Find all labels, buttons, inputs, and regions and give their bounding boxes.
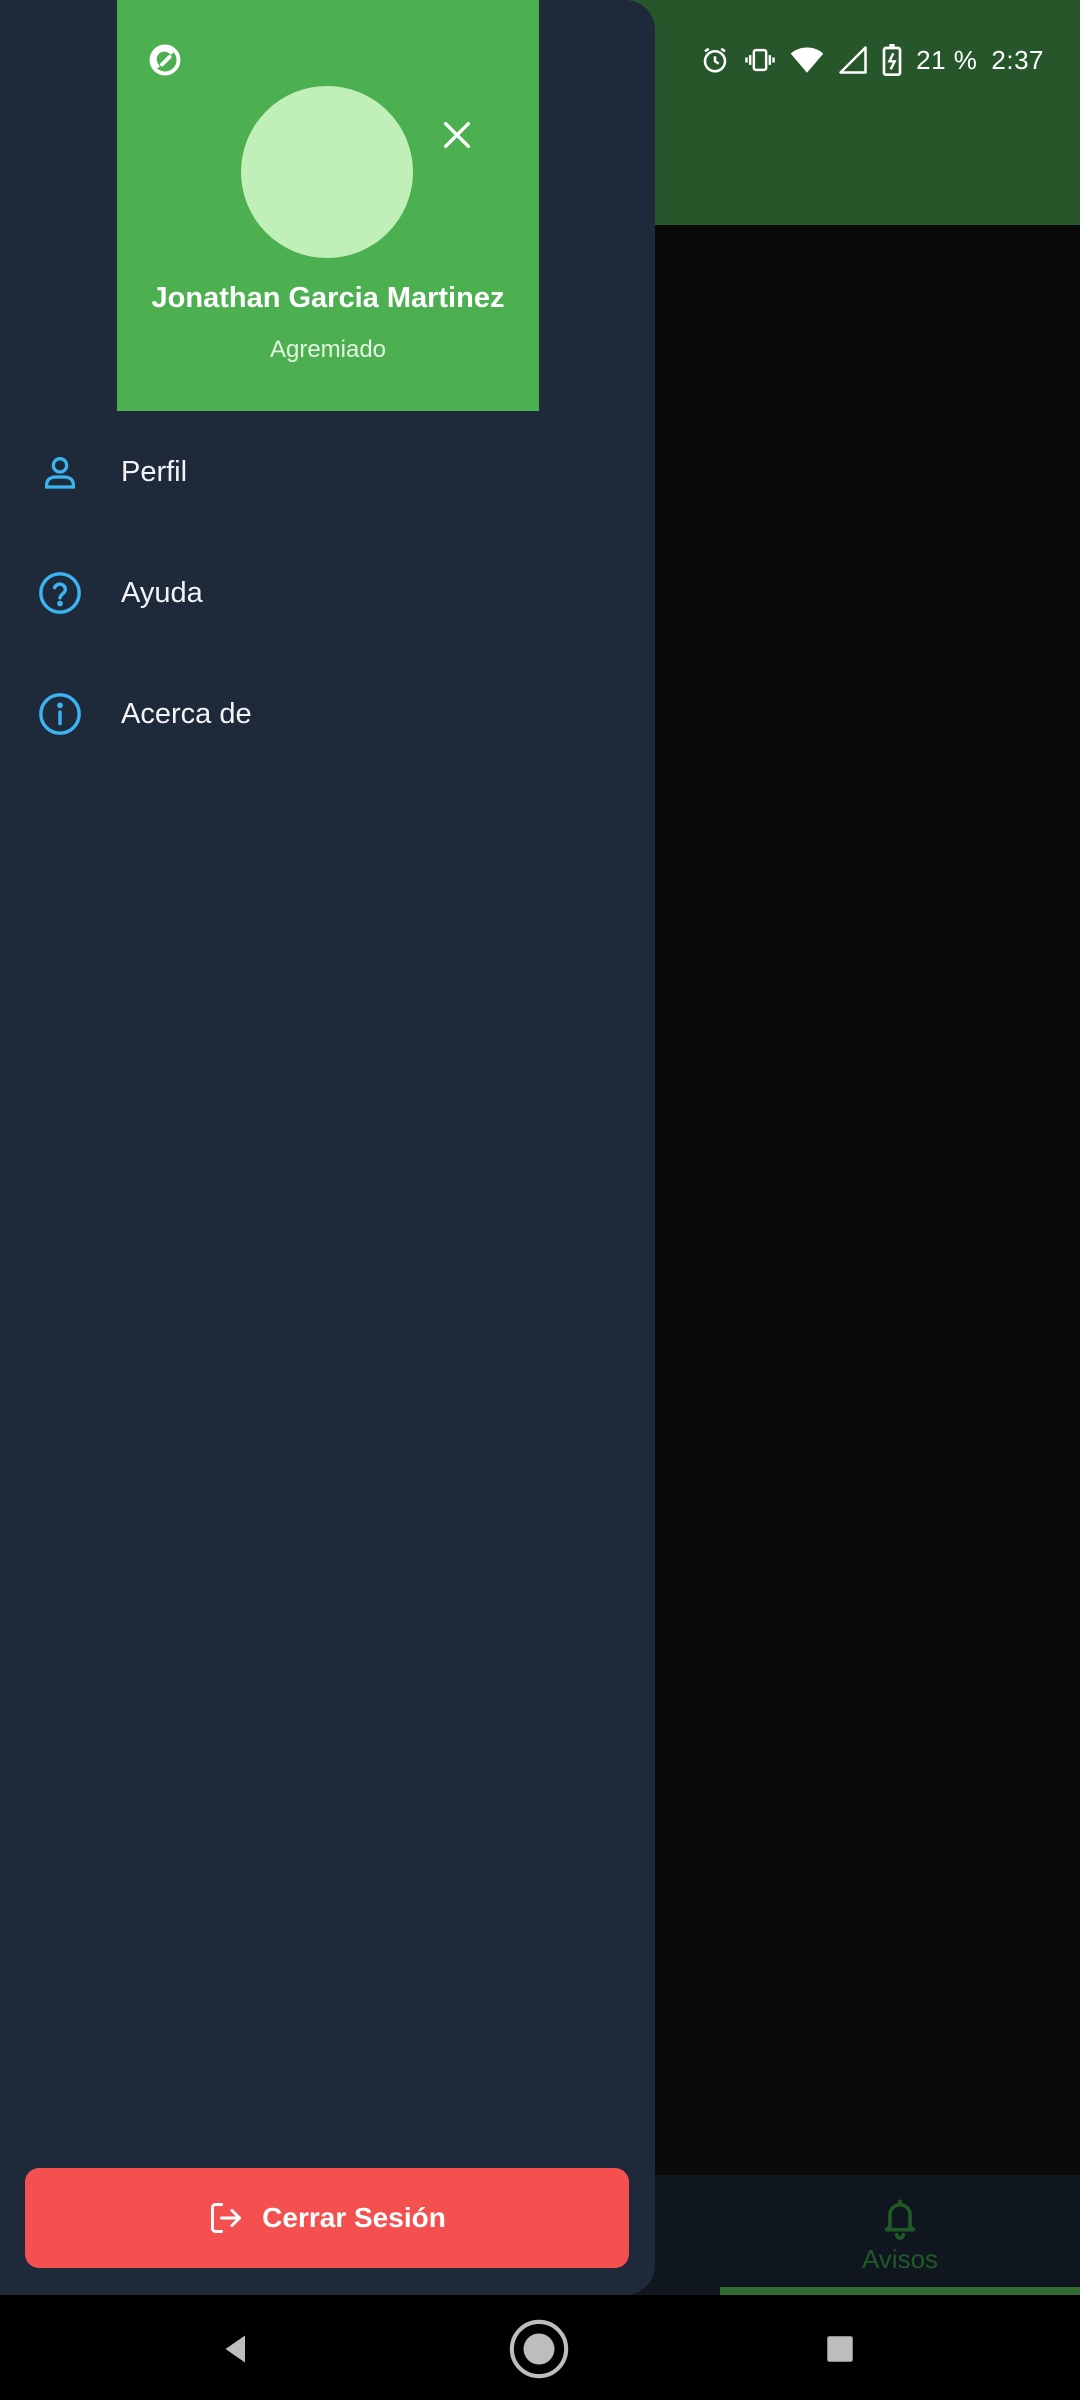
navigation-drawer: Jonathan Garcia Martinez Agremiado Perfi… [0,0,655,2295]
menu-item-acerca-de[interactable]: Acerca de [0,659,655,769]
back-icon [225,2335,245,2363]
menu-item-label: Perfil [121,455,188,488]
status-bar: 21 % 2:37 [700,40,1044,80]
menu-item-ayuda[interactable]: Ayuda [0,538,655,648]
drawer-header: Jonathan Garcia Martinez Agremiado [117,0,539,411]
screen: Avisos 21 % 2:37 Jonathan Garcia Martine… [0,0,1080,2400]
user-name: Jonathan Garcia Martinez [151,282,505,314]
logout-button[interactable]: Cerrar Sesión [25,2168,629,2268]
signal-icon [839,46,867,74]
close-drawer-button[interactable] [435,113,479,157]
app-logo-icon [149,44,181,76]
clock: 2:37 [991,44,1044,75]
recents-icon [827,2336,853,2362]
back-button[interactable] [204,2317,268,2381]
person-icon [36,448,84,496]
close-icon [443,121,471,149]
bottom-nav-indicator [720,2287,1080,2295]
alarm-icon [703,47,727,73]
user-role: Agremiado [269,336,387,363]
home-button[interactable] [507,2317,571,2381]
logout-label: Cerrar Sesión [262,2202,446,2233]
bell-icon [884,2199,916,2240]
system-navigation-bar [0,2295,1080,2400]
battery-percentage: 21 % [916,44,978,75]
menu-item-perfil[interactable]: Perfil [0,417,655,527]
menu-item-label: Ayuda [121,576,203,609]
info-circle-icon [36,690,84,738]
bottom-nav-label: Avisos [861,2243,939,2274]
recents-button[interactable] [808,2317,872,2381]
wifi-icon [790,47,824,73]
battery-charging-icon [882,44,902,76]
bottom-nav-item-avisos[interactable]: Avisos [800,2175,1000,2295]
vibrate-icon [745,48,775,72]
menu-item-label: Acerca de [121,697,252,730]
avatar [241,86,413,258]
help-circle-icon [36,569,84,617]
logout-icon [211,2203,242,2233]
home-icon [509,2319,569,2379]
